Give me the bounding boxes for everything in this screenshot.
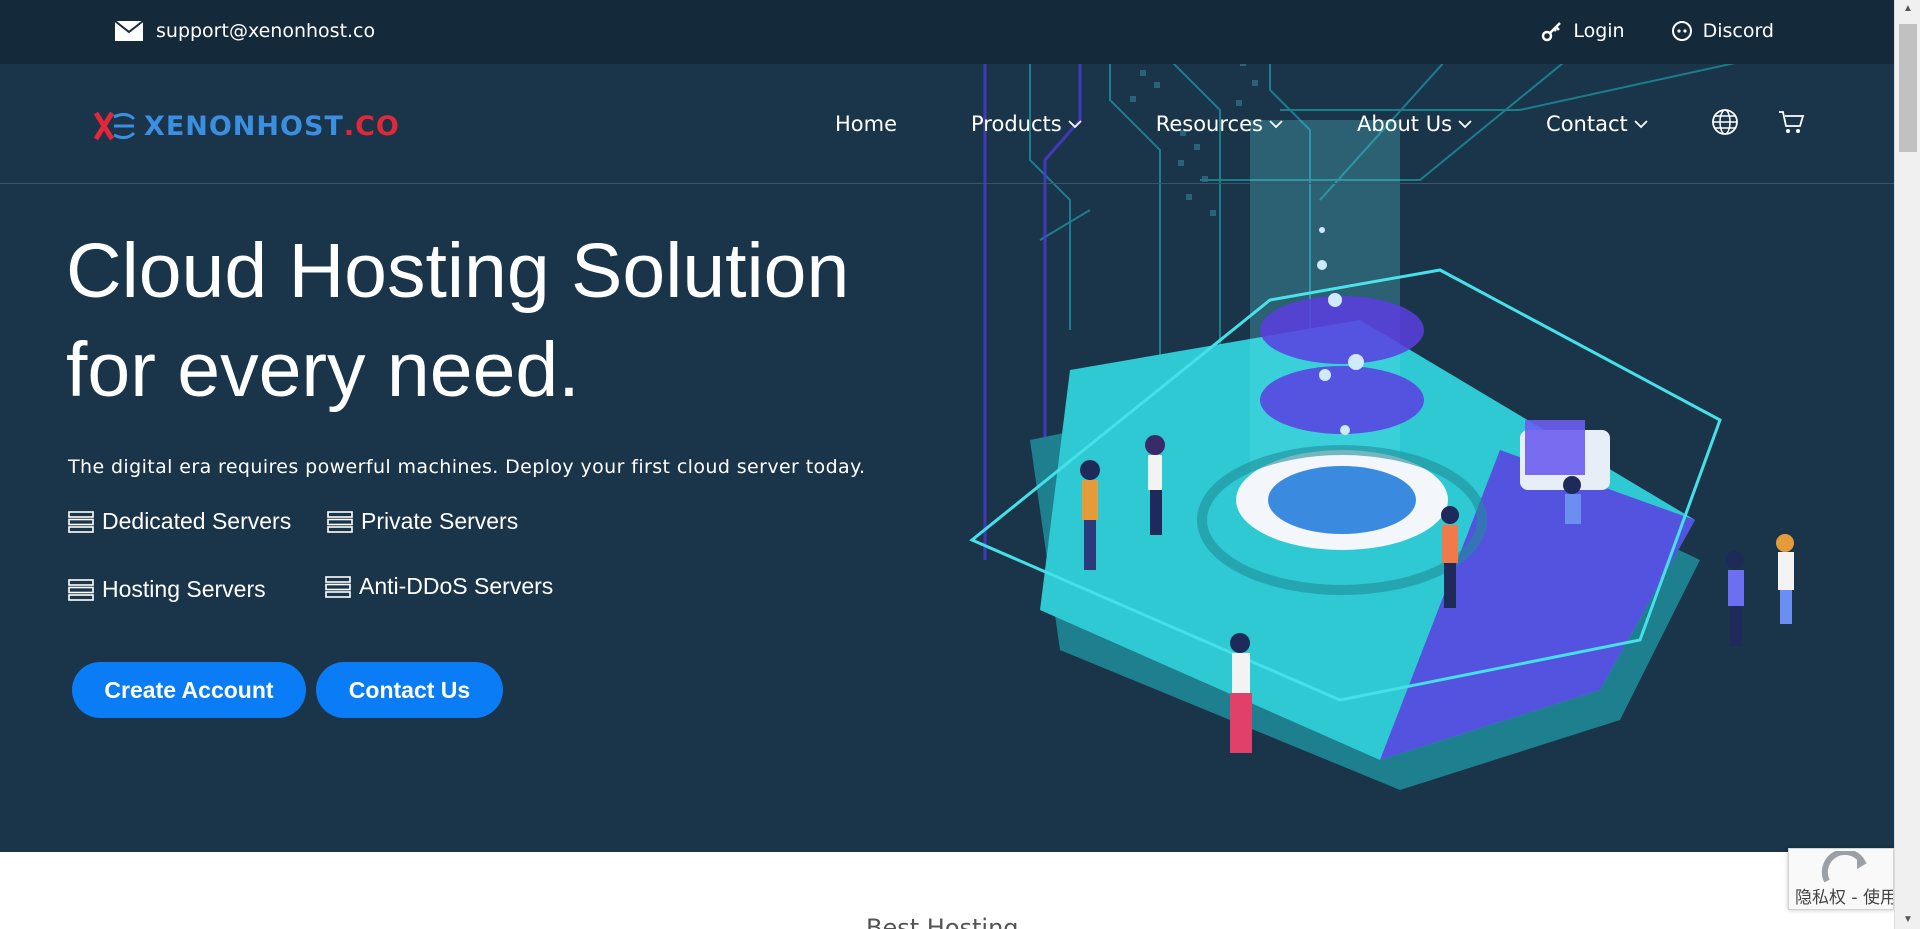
brand-name-tld: .CO — [343, 110, 400, 142]
server-icon — [325, 575, 351, 598]
hero-subtitle: The digital era requires powerful machin… — [68, 456, 866, 478]
key-icon — [1542, 22, 1562, 42]
nav-resources[interactable]: Resources — [1156, 112, 1283, 136]
chevron-down-icon — [1068, 120, 1082, 129]
server-icon — [327, 510, 353, 533]
scrollbar-thumb[interactable] — [1899, 24, 1917, 152]
server-icon — [68, 578, 94, 601]
feature-private-servers: Private Servers — [327, 508, 518, 535]
scroll-down-icon[interactable]: ▼ — [1895, 911, 1920, 929]
nav-menu: Home Products Resources About Us Contact — [835, 109, 1805, 136]
nav-home-label: Home — [835, 112, 898, 136]
feature-dedicated-servers: Dedicated Servers — [68, 508, 291, 535]
feature-hosting-servers: Hosting Servers — [68, 576, 266, 603]
logo-mark-icon — [94, 111, 136, 141]
chevron-down-icon — [1269, 120, 1283, 129]
vertical-scrollbar[interactable]: ▲ ▼ — [1894, 0, 1920, 929]
nav-about[interactable]: About Us — [1357, 112, 1472, 136]
discord-label: Discord — [1702, 20, 1774, 42]
discord-link[interactable]: Discord — [1671, 20, 1774, 42]
recaptcha-badge[interactable]: 隐私权 - 使用条款 — [1788, 848, 1894, 910]
nav-home[interactable]: Home — [835, 112, 897, 136]
nav-products-label: Products — [971, 112, 1062, 136]
brand-logo[interactable]: XENONHOST.CO — [94, 109, 400, 143]
nav-icons — [1711, 108, 1805, 136]
create-account-button[interactable]: Create Account — [72, 662, 306, 718]
top-bar: support@xenonhost.co Login Discord — [0, 0, 1894, 64]
nav-products[interactable]: Products — [971, 112, 1082, 136]
feature-label: Anti-DDoS Servers — [359, 573, 554, 599]
hero-headline-line2: for every need. — [66, 327, 580, 413]
next-section-heading: Best Hosting — [866, 914, 1019, 929]
login-link[interactable]: Login — [1541, 20, 1625, 42]
hero-section: support@xenonhost.co Login Discord XENON… — [0, 0, 1894, 852]
scroll-up-icon[interactable]: ▲ — [1895, 0, 1920, 18]
feature-anti-ddos-servers: Anti-DDoS Servers — [325, 573, 553, 600]
chevron-down-icon — [1634, 120, 1648, 129]
next-section: Best Hosting — [0, 852, 1894, 929]
nav-contact[interactable]: Contact — [1546, 112, 1648, 136]
nav-resources-label: Resources — [1155, 112, 1263, 136]
support-email-link[interactable]: support@xenonhost.co — [114, 20, 375, 42]
hero-headline-line1: Cloud Hosting Solution — [66, 228, 850, 314]
support-email: support@xenonhost.co — [156, 20, 376, 42]
chevron-down-icon — [1458, 120, 1472, 129]
globe-icon[interactable] — [1711, 108, 1739, 136]
brand-name: XENONHOST.CO — [144, 111, 400, 142]
page: support@xenonhost.co Login Discord XENON… — [0, 0, 1920, 929]
cart-icon[interactable] — [1777, 108, 1805, 136]
contact-us-button[interactable]: Contact Us — [316, 662, 503, 718]
hero-headline: Cloud Hosting Solution for every need. — [66, 222, 849, 420]
envelope-icon — [114, 20, 144, 41]
login-label: Login — [1573, 20, 1625, 42]
feature-label: Hosting Servers — [102, 576, 266, 602]
server-icon — [68, 510, 94, 533]
feature-label: Private Servers — [361, 508, 519, 534]
main-navbar: XENONHOST.CO Home Products Resources Abo… — [0, 64, 1894, 184]
feature-label: Dedicated Servers — [102, 508, 292, 534]
nav-contact-label: Contact — [1546, 112, 1628, 136]
nav-about-label: About Us — [1356, 112, 1453, 136]
brand-name-main: XENONHOST — [144, 110, 344, 142]
recaptcha-terms: 隐私权 - 使用条款 — [1795, 888, 1894, 908]
discord-icon — [1671, 21, 1692, 41]
